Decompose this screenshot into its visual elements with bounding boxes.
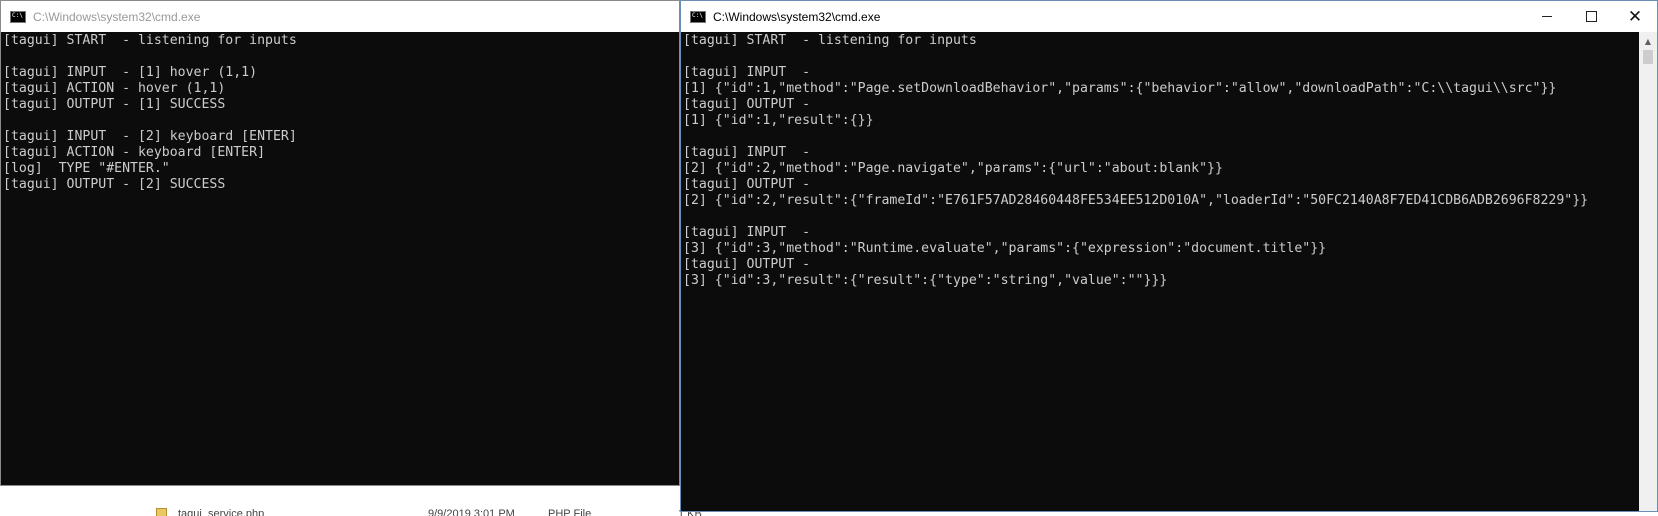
console-line: [tagui] ACTION - hover (1,1) [3,81,226,96]
console-line: [1] {"id":1,"method":"Page.setDownloadBe… [683,81,1557,96]
console-line: [3] {"id":3,"result":{"result":{"type":"… [683,273,1168,288]
console-line: [tagui] OUTPUT - [2] SUCCESS [3,177,226,192]
php-file-icon [156,508,167,516]
right-console-output[interactable]: [tagui] START - listening for inputs [tag… [683,32,1639,511]
maximize-button[interactable] [1569,1,1613,32]
console-line: [tagui] INPUT - [683,225,811,240]
minimize-icon [1542,16,1552,17]
console-line: [1] {"id":1,"result":{}} [683,113,874,128]
console-line: [3] {"id":3,"method":"Runtime.evaluate",… [683,241,1327,256]
console-line: [tagui] OUTPUT - [1] SUCCESS [3,97,226,112]
scrollbar-thumb[interactable] [1643,50,1653,64]
left-cmd-window[interactable]: C:\Windows\system32\cmd.exe [tagui] STAR… [0,0,680,486]
console-line: [tagui] OUTPUT - [683,97,811,112]
window-controls: ✕ [1525,1,1657,32]
right-window-title: C:\Windows\system32\cmd.exe [713,9,881,24]
console-line: [tagui] OUTPUT - [683,257,811,272]
maximize-icon [1585,11,1597,22]
minimize-button[interactable] [1525,1,1569,32]
console-line: [tagui] INPUT - [2] keyboard [ENTER] [3,129,297,144]
right-cmd-window[interactable]: C:\Windows\system32\cmd.exe ✕ [tagui] ST… [680,0,1658,512]
console-line: [tagui] ACTION - keyboard [ENTER] [3,145,266,160]
console-line: [2] {"id":2,"result":{"frameId":"E761F57… [683,193,1589,208]
vertical-scrollbar[interactable]: ▲ [1639,32,1657,511]
close-button[interactable]: ✕ [1613,1,1657,32]
console-line: [tagui] START - listening for inputs [683,33,977,48]
file-name: tagui_service.php [178,508,265,516]
console-line: [tagui] INPUT - [683,65,811,80]
left-window-title: C:\Windows\system32\cmd.exe [33,9,201,24]
console-line: [tagui] START - listening for inputs [3,33,297,48]
cmd-icon [690,10,706,23]
scroll-up-arrow-icon[interactable]: ▲ [1639,34,1657,48]
right-window-titlebar[interactable]: C:\Windows\system32\cmd.exe ✕ [681,1,1657,32]
cmd-icon [10,10,26,23]
console-line: [tagui] INPUT - [1] hover (1,1) [3,65,258,80]
console-line: [2] {"id":2,"method":"Page.navigate","pa… [683,161,1223,176]
console-line: [tagui] OUTPUT - [683,177,811,192]
left-console-output[interactable]: [tagui] START - listening for inputs [tag… [3,32,679,485]
file-type: PHP File [548,508,592,516]
left-window-titlebar[interactable]: C:\Windows\system32\cmd.exe [1,1,679,32]
file-date: 9/9/2019 3:01 PM [428,508,515,516]
console-line: [log] TYPE "#ENTER." [3,161,170,176]
console-line: [tagui] INPUT - [683,145,811,160]
